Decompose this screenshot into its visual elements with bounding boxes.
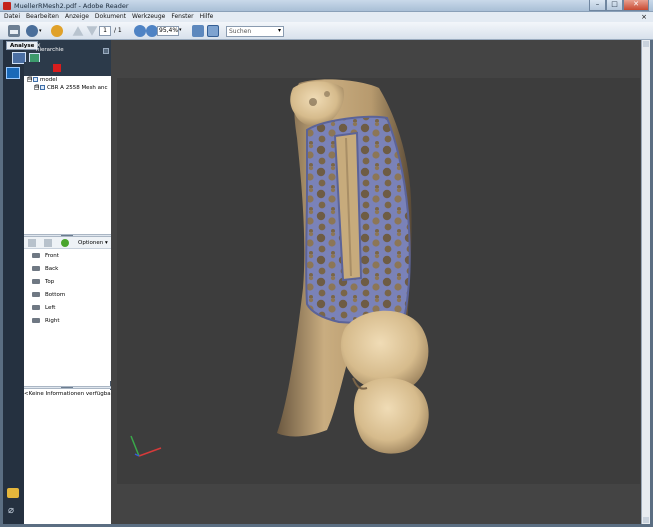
close-button[interactable]: ✕ bbox=[623, 0, 649, 11]
search-input[interactable]: Suchen bbox=[226, 26, 284, 37]
delete-icon[interactable] bbox=[53, 64, 61, 72]
fit-page-icon[interactable] bbox=[192, 25, 204, 37]
x-axis-indicator bbox=[138, 447, 162, 457]
vertical-scrollbar[interactable] bbox=[641, 40, 650, 524]
fit-width-icon[interactable] bbox=[207, 25, 219, 37]
main-toolbar: ▾ 1 / 1 95,4% ▾ Suchen ▾ bbox=[0, 22, 653, 40]
print-icon[interactable] bbox=[8, 25, 20, 37]
camera-icon bbox=[32, 292, 40, 297]
collapse-icon[interactable]: ⊟ bbox=[34, 85, 39, 90]
menu-anzeige[interactable]: Anzeige bbox=[65, 12, 89, 22]
page-total: / 1 bbox=[114, 27, 122, 34]
tree-item-label: CBR A 2558 Mesh anc bbox=[47, 85, 108, 91]
window-title: MuellerRMesh2.pdf - Adobe Reader bbox=[14, 2, 129, 10]
page-number-input[interactable]: 1 bbox=[99, 26, 111, 36]
view-item-front[interactable]: Front bbox=[32, 252, 59, 260]
panel-title: hierarchie bbox=[36, 47, 64, 53]
previous-page-icon[interactable] bbox=[72, 26, 84, 36]
share-icon[interactable] bbox=[26, 25, 38, 37]
view-delete-icon[interactable] bbox=[44, 239, 52, 247]
visibility-checkbox[interactable] bbox=[33, 77, 38, 82]
menu-werkzeuge[interactable]: Werkzeuge bbox=[132, 12, 165, 22]
y-axis-indicator bbox=[130, 435, 140, 457]
view-label: Front bbox=[45, 253, 59, 259]
camera-icon bbox=[32, 266, 40, 271]
view-item-bottom[interactable]: Bottom bbox=[32, 291, 65, 299]
3d-canvas[interactable] bbox=[117, 78, 640, 484]
view-item-back[interactable]: Back bbox=[32, 265, 58, 273]
view-label: Left bbox=[45, 305, 56, 311]
minimize-button[interactable]: – bbox=[589, 0, 606, 11]
view-label: Top bbox=[45, 279, 55, 285]
view-item-top[interactable]: Top bbox=[32, 278, 54, 286]
model-tree-icon[interactable] bbox=[6, 67, 20, 79]
zoom-out-icon[interactable] bbox=[134, 25, 146, 37]
3d-model-render[interactable] bbox=[117, 78, 640, 484]
views-list: Front Back Top Bottom Left Right bbox=[24, 249, 111, 381]
tree-item-model[interactable]: ⊟ model bbox=[27, 76, 57, 84]
info-text: <Keine Informationen verfügbar> bbox=[24, 391, 118, 397]
tree-item-label: model bbox=[40, 77, 58, 83]
camera-icon bbox=[32, 279, 40, 284]
menu-fenster[interactable]: Fenster bbox=[171, 12, 193, 22]
views-toolbar: Optionen ▾ bbox=[24, 237, 111, 249]
menu-hilfe[interactable]: Hilfe bbox=[200, 12, 214, 22]
panel-header: Analyse × hierarchie bbox=[6, 40, 111, 64]
adobe-reader-icon bbox=[3, 2, 11, 10]
model-tree-panel: Analyse × hierarchie ⊟ model ⊟ CBR A 2558 … bbox=[6, 40, 117, 524]
view-item-right[interactable]: Right bbox=[32, 317, 59, 325]
next-page-icon[interactable] bbox=[86, 26, 98, 36]
camera-icon bbox=[32, 318, 40, 323]
search-dropdown[interactable]: ▾ bbox=[278, 25, 281, 36]
view-label: Bottom bbox=[45, 292, 66, 298]
zoom-dropdown[interactable]: ▾ bbox=[179, 27, 184, 39]
camera-icon bbox=[32, 253, 40, 258]
tab-analyse[interactable]: Analyse bbox=[6, 41, 39, 50]
window-controls: – □ ✕ bbox=[589, 0, 649, 11]
title-bar: MuellerRMesh2.pdf - Adobe Reader – □ ✕ bbox=[0, 0, 653, 12]
views-splitter[interactable] bbox=[24, 386, 111, 389]
layers-icon[interactable] bbox=[7, 488, 19, 498]
menu-datei[interactable]: Datei bbox=[4, 12, 20, 22]
attachment-icon[interactable]: ⌀ bbox=[8, 505, 18, 517]
view-add-icon[interactable] bbox=[28, 239, 36, 247]
visibility-checkbox[interactable] bbox=[40, 85, 45, 90]
tree-item-mesh[interactable]: ⊟ CBR A 2558 Mesh anc bbox=[34, 84, 111, 92]
scroll-down-icon[interactable] bbox=[643, 517, 649, 523]
maximize-button[interactable]: □ bbox=[606, 0, 623, 11]
view-create-icon[interactable] bbox=[61, 239, 69, 247]
menu-bearbeiten[interactable]: Bearbeiten bbox=[26, 12, 59, 22]
info-area: <Keine Informationen verfügbar> bbox=[24, 390, 117, 524]
collaborate-icon[interactable] bbox=[51, 25, 63, 37]
camera-icon bbox=[32, 305, 40, 310]
menu-bar: Datei Bearbeiten Anzeige Dokument Werkze… bbox=[0, 12, 653, 22]
panel-options-button[interactable] bbox=[103, 48, 109, 54]
navigation-pane: ⌀ bbox=[3, 40, 24, 524]
options-menu-button[interactable]: Optionen ▾ bbox=[78, 237, 108, 249]
view-item-left[interactable]: Left bbox=[32, 304, 55, 312]
model-tree: ⊟ model ⊟ CBR A 2558 Mesh anc bbox=[24, 76, 111, 234]
scroll-up-icon[interactable] bbox=[643, 41, 649, 47]
share-dropdown[interactable]: ▾ bbox=[39, 28, 43, 34]
panel-tool-bar bbox=[24, 62, 111, 76]
document-close-button[interactable]: × bbox=[641, 12, 647, 22]
view-label: Right bbox=[45, 318, 60, 324]
collapse-icon[interactable]: ⊟ bbox=[27, 77, 32, 82]
zoom-level-input[interactable]: 95,4% bbox=[157, 26, 179, 36]
view-label: Back bbox=[45, 266, 59, 272]
menu-dokument[interactable]: Dokument bbox=[95, 12, 126, 22]
